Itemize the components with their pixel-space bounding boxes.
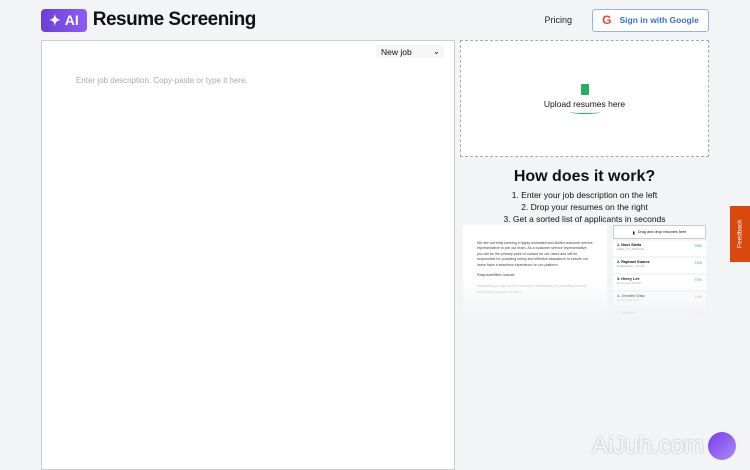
watermark-logo [708,432,736,460]
google-icon: G [602,13,612,27]
job-select-value: New job [381,46,412,57]
swoosh-icon [569,110,600,114]
result-file: JenniferDiaz.pdf [617,298,639,302]
demo-job-description: We are currently seeking a highly motiva… [463,225,607,317]
logo[interactable]: ✦ AI [41,8,87,32]
sign-in-google-button[interactable]: G Sign in with Google [592,8,709,32]
chevron-down-icon: ⌄ [432,46,440,56]
result-pct: 74% [694,295,702,299]
step: 3. Get a sorted list of applicants in se… [503,214,666,224]
job-select[interactable]: New job ⌄ [376,45,444,58]
step: 1. Enter your job description on the lef… [511,190,658,200]
step: 2. Drop your resumes on the right [521,202,648,212]
result-name: 5. Wei Wu [617,311,635,315]
list-item: 3. Henry Lee Henry-Lee-CV.pdf 70% [613,275,706,290]
result-pct: 70% [694,278,702,282]
watermark: AiJuh.com [592,432,736,460]
result-name: 4. Jennifer Diaz [617,294,645,298]
list-item: 2. Raphael Suarez RaphSuarez_CV.pdf 74% [613,258,706,273]
job-description-input[interactable]: Enter job description. Copy-paste or typ… [76,76,248,85]
list-item: 5. Wei Wu 70% [613,309,706,317]
pricing-link[interactable]: Pricing [544,15,572,25]
result-pct: 78% [694,244,702,248]
result-file: Stella_CV_2023.pdf [617,247,644,251]
file-icon: ▮ [632,230,635,235]
demo-jd-text: We are currently seeking a highly motiva… [477,241,593,267]
demo-illustration: We are currently seeking a highly motiva… [463,225,706,317]
result-file: Henry-Lee-CV.pdf [617,281,641,285]
job-description-panel[interactable]: New job ⌄ Enter job description. Copy-pas… [41,40,455,470]
result-name: 3. Henry Lee [617,277,640,281]
watermark-text: AiJuh.com [591,432,704,459]
demo-resp-title: Responsibilities include: [477,273,516,278]
result-pct: 74% [694,261,702,265]
how-it-works: How does it work? 1. Enter your job desc… [460,168,709,225]
demo-drop: ▮ Drag and drop resumes here [613,225,706,239]
result-pct: 70% [694,312,702,316]
result-file: RaphSuarez_CV.pdf [617,264,645,268]
logo-badge-text: AI [64,12,79,28]
demo-resp-text: Maintaining a high level of customer sat… [477,284,587,294]
list-item: 1. Noor Stella Stella_CV_2023.pdf 78% [613,241,706,256]
feedback-tab[interactable]: Feedback [730,206,750,262]
upload-label: Upload resumes here [543,98,626,109]
file-icon [580,83,589,95]
header: ✦ AI Resume Screening Pricing G Sign in wi… [41,8,709,32]
how-title: How does it work? [513,168,656,185]
demo-drop-label: Drag and drop resumes here [637,230,687,234]
app-title: Resume Screening [92,9,257,30]
list-item: 4. Jennifer Diaz JenniferDiaz.pdf 74% [613,292,706,307]
demo-results: ▮ Drag and drop resumes here 1. Noor Stel… [613,225,706,317]
sparkle-icon: ✦ [49,11,61,28]
signin-label: Sign in with Google [619,15,699,25]
upload-dropzone[interactable]: Upload resumes here [460,40,709,157]
